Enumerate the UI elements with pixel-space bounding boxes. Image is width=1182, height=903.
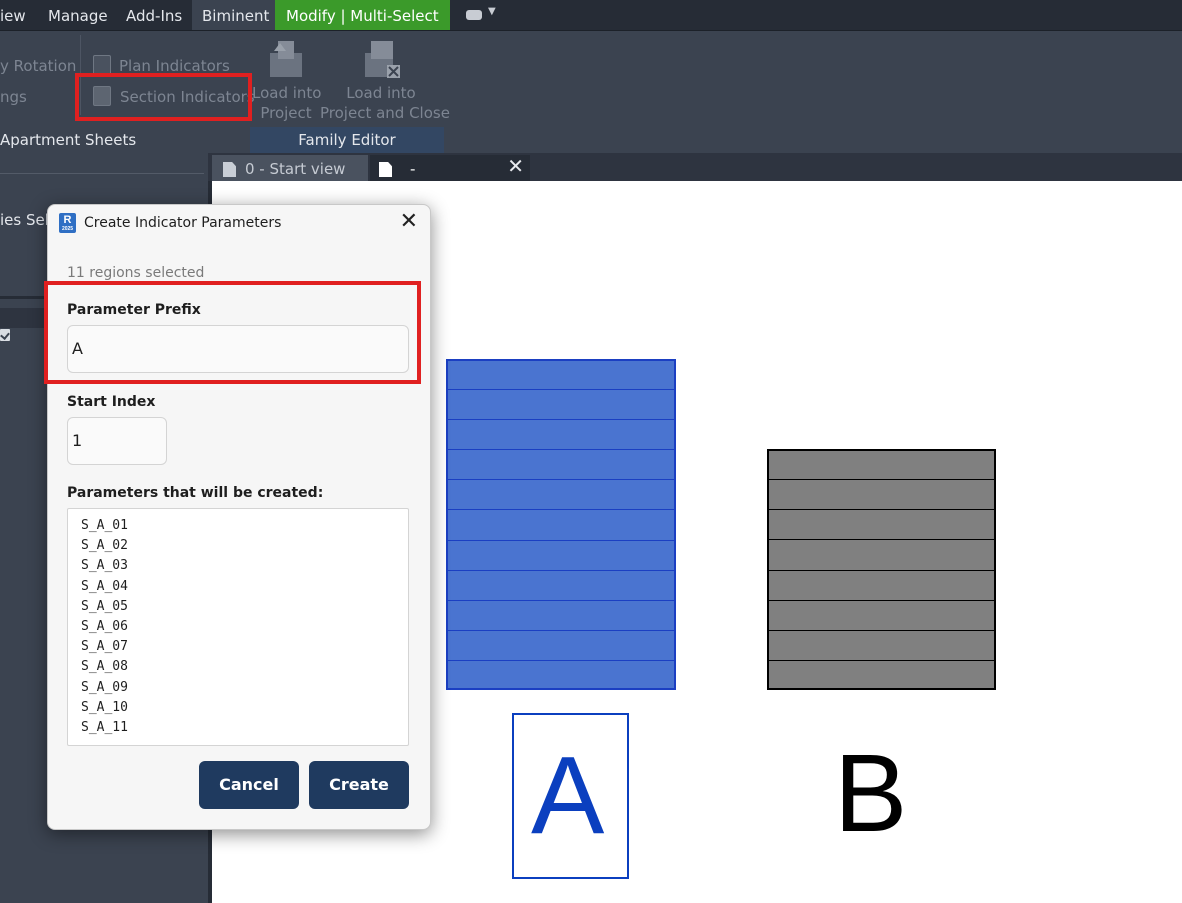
filled-region-band[interactable] — [446, 449, 676, 479]
filled-region-band[interactable] — [767, 449, 996, 479]
panel-label-family-editor[interactable]: Family Editor — [250, 127, 444, 153]
indicator-letter-a: A — [531, 734, 605, 857]
filled-region-band[interactable] — [446, 389, 676, 419]
filled-region-band[interactable] — [767, 479, 996, 509]
indicator-letter-b[interactable]: B — [834, 739, 907, 849]
region-stack-b[interactable] — [767, 449, 996, 690]
start-index-label: Start Index — [67, 394, 156, 410]
region-stack-a[interactable] — [446, 359, 676, 690]
load-into-project-close-icon — [365, 41, 400, 78]
list-item: S_A_03 — [81, 558, 128, 574]
load-into-project-close-button[interactable]: Load into Project and Close — [320, 83, 450, 123]
panel-border — [0, 173, 204, 174]
tab-manage[interactable]: Manage — [48, 0, 108, 30]
list-item: S_A_07 — [81, 639, 128, 655]
start-index-input[interactable]: 1 — [67, 417, 167, 465]
indicator-tag-a[interactable]: A — [512, 713, 629, 879]
checkbox[interactable] — [0, 329, 10, 341]
highlight-section-indicators — [75, 73, 252, 121]
filled-region-band[interactable] — [446, 509, 676, 540]
regions-selected-text: 11 regions selected — [67, 265, 205, 281]
filled-region-band[interactable] — [767, 660, 996, 690]
load-into-project-close-line1: Load into — [346, 84, 416, 102]
list-item: S_A_11 — [81, 720, 128, 736]
tab-view[interactable]: iew — [0, 0, 26, 30]
tab-modify-multi-select[interactable]: Modify | Multi-Select — [275, 0, 450, 30]
tab-start-view-label: 0 - Start view — [245, 160, 346, 178]
filled-region-band[interactable] — [446, 660, 676, 690]
close-icon[interactable]: ✕ — [400, 209, 418, 234]
filled-region-band[interactable] — [767, 630, 996, 660]
cancel-button[interactable]: Cancel — [199, 761, 299, 809]
document-icon — [379, 162, 392, 177]
list-item: S_A_09 — [81, 679, 128, 695]
list-item: S_A_02 — [81, 538, 128, 554]
load-into-project-icon — [270, 41, 302, 77]
load-into-project-line2: Project — [260, 104, 312, 122]
filled-region-band[interactable] — [446, 600, 676, 630]
list-item: S_A_01 — [81, 518, 128, 533]
load-into-project-button[interactable]: Load into Project — [252, 83, 322, 123]
tab-start-view[interactable]: 0 - Start view — [212, 155, 368, 181]
close-icon[interactable]: ✕ — [507, 152, 524, 180]
tab-active-view-label: - — [410, 160, 416, 178]
view-tab-bar: 0 - Start view - ✕ — [208, 153, 1182, 181]
highlight-parameter-prefix — [44, 281, 421, 384]
list-item: S_A_06 — [81, 619, 128, 635]
tab-biminent[interactable]: Biminent — [192, 0, 280, 30]
ribbon-tab-bar: iew Manage Add-Ins Biminent Modify | Mul… — [0, 0, 1182, 31]
list-item: S_A_05 — [81, 598, 128, 614]
filled-region-band[interactable] — [767, 509, 996, 539]
plan-indicators-icon — [93, 55, 111, 75]
parameters-list[interactable]: S_A_01 S_A_02 S_A_03 S_A_04 S_A_05 S_A_0… — [67, 508, 409, 746]
dialog-title: Create Indicator Parameters — [84, 215, 282, 231]
settings-button[interactable]: ngs — [0, 88, 27, 106]
list-item: S_A_04 — [81, 578, 128, 594]
filled-region-band[interactable] — [446, 419, 676, 449]
filled-region-band[interactable] — [446, 630, 676, 660]
load-into-project-close-line2: Project and Close — [320, 104, 450, 122]
tab-add-ins[interactable]: Add-Ins — [126, 0, 182, 30]
create-button[interactable]: Create — [309, 761, 409, 809]
load-into-project-line1: Load into — [252, 84, 322, 102]
filled-region-band[interactable] — [446, 570, 676, 600]
list-item: S_A_08 — [81, 659, 128, 675]
filled-region-band[interactable] — [767, 539, 996, 570]
parameters-list-label: Parameters that will be created: — [67, 485, 324, 501]
panel-label-apartment-sheets[interactable]: Apartment Sheets — [0, 127, 136, 153]
filled-region-band[interactable] — [767, 570, 996, 600]
document-icon — [223, 162, 236, 177]
filled-region-band[interactable] — [446, 479, 676, 509]
tab-active-view[interactable]: - ✕ — [370, 152, 530, 181]
quick-access-icon[interactable] — [466, 10, 482, 20]
list-item: S_A_10 — [81, 699, 128, 715]
filled-region-band[interactable] — [446, 359, 676, 389]
filled-region-band[interactable] — [767, 600, 996, 630]
revit-app-icon: R 2025 — [59, 213, 76, 233]
chevron-down-icon[interactable]: ▼ — [488, 6, 496, 17]
rotation-button[interactable]: y Rotation — [0, 57, 76, 75]
filled-region-band[interactable] — [446, 540, 676, 570]
